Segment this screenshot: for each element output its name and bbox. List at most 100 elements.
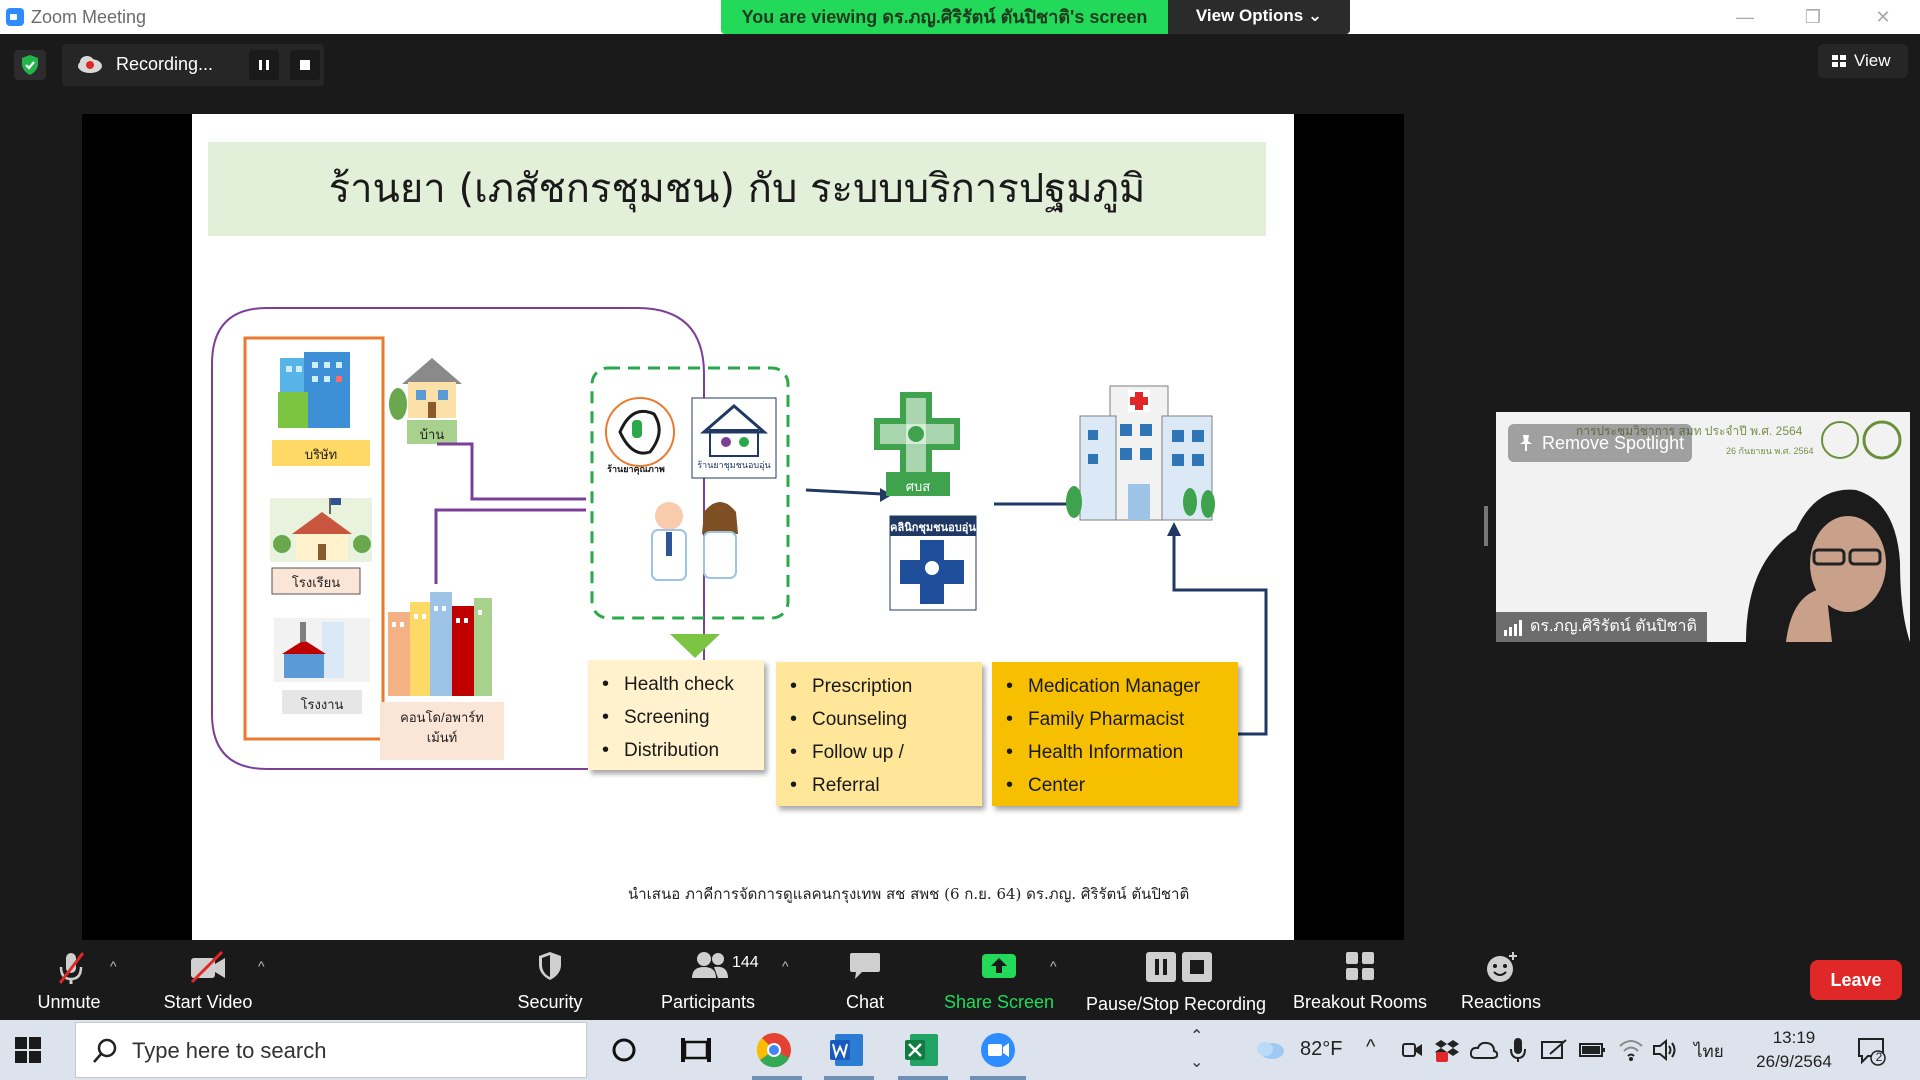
windows-taskbar: Type here to search ⌃ ⌄ 82°F ^ ไทย 13:19 … bbox=[0, 1020, 1920, 1080]
windows-start-icon[interactable] bbox=[14, 1036, 42, 1064]
remove-spotlight-label: Remove Spotlight bbox=[1542, 433, 1685, 453]
quality-pharmacy-logo bbox=[605, 397, 675, 467]
conference-date-text: 26 กันยายน พ.ศ. 2564 bbox=[1726, 446, 1814, 456]
list-item: Health Information bbox=[1004, 736, 1228, 769]
chrome-icon[interactable] bbox=[754, 1030, 794, 1070]
taskbar-search-box[interactable]: Type here to search bbox=[75, 1022, 587, 1078]
muted-microphone-icon bbox=[58, 952, 85, 984]
view-button-label: View bbox=[1854, 51, 1891, 70]
dropbox-icon[interactable] bbox=[1434, 1036, 1462, 1064]
zoom-meeting-window: Zoom Meeting You are viewing ดร.ภญ.ศิริร… bbox=[0, 0, 1920, 1080]
security-button[interactable]: Security bbox=[506, 940, 594, 1020]
participants-options-chevron-icon[interactable]: ^ bbox=[782, 958, 789, 974]
home-connector bbox=[437, 442, 586, 501]
speaker-video-tile[interactable]: การประชุมวิชาการ สมท ประจำปี พ.ศ. 2564 2… bbox=[1496, 412, 1910, 642]
warm-pharmacy-label: ร้านยาชุมชนอบอุ่น bbox=[697, 460, 771, 470]
pharmacist-people-icon bbox=[651, 502, 738, 581]
unmute-label: Unmute bbox=[37, 992, 101, 1012]
hospital-icon bbox=[1066, 385, 1215, 521]
school-icon bbox=[270, 498, 372, 562]
pause-stop-recording-button[interactable]: Pause/Stop Recording bbox=[1084, 940, 1268, 1020]
view-button[interactable]: View bbox=[1818, 44, 1908, 78]
share-screen-icon bbox=[982, 954, 1016, 978]
wifi-icon[interactable] bbox=[1618, 1038, 1644, 1062]
meeting-toolbar: Unmute ^ Start Video ^ Security 144 Part… bbox=[0, 940, 1920, 1020]
restore-icon[interactable]: ❐ bbox=[1790, 4, 1836, 30]
warm-clinic-label: คลินิกชุมชนอบอุ่น bbox=[890, 522, 976, 534]
excel-icon[interactable] bbox=[902, 1030, 942, 1070]
speaker-volume-icon[interactable] bbox=[1652, 1038, 1678, 1062]
microphone-icon[interactable] bbox=[1508, 1036, 1528, 1064]
participant-name: ดร.ภญ.ศิริรัตน์ ตันปิชาติ bbox=[1530, 618, 1697, 635]
battery-icon[interactable] bbox=[1578, 1040, 1606, 1060]
stop-recording-button[interactable] bbox=[290, 50, 320, 80]
list-item: Medication Manager bbox=[1004, 670, 1228, 703]
list-item: Health check bbox=[600, 668, 754, 701]
chat-button[interactable]: Chat bbox=[840, 940, 890, 1020]
home-icon bbox=[389, 358, 462, 420]
start-video-button[interactable]: Start Video bbox=[158, 940, 258, 1020]
minimize-icon[interactable]: — bbox=[1722, 4, 1768, 30]
panel-resize-handle[interactable] bbox=[1484, 506, 1488, 546]
cortana-icon[interactable] bbox=[604, 1030, 644, 1070]
start-video-label: Start Video bbox=[163, 992, 253, 1012]
notification-count: 2 bbox=[1875, 1050, 1883, 1064]
condo-building-icon bbox=[388, 592, 492, 696]
condo-connector bbox=[434, 508, 586, 584]
reactions-smiley-icon bbox=[1487, 952, 1517, 982]
phc-services-box: Prescription Counseling Follow up / Refe… bbox=[776, 662, 982, 806]
participants-button[interactable]: 144 Participants bbox=[650, 940, 766, 1020]
breakout-rooms-icon bbox=[1346, 952, 1374, 980]
audio-options-chevron-icon[interactable]: ^ bbox=[110, 958, 117, 974]
list-item: Family Pharmacist bbox=[1004, 703, 1228, 736]
security-shield-icon[interactable] bbox=[14, 50, 46, 80]
hospital-services-list: Medication Manager Family Pharmacist Hea… bbox=[1004, 670, 1228, 802]
pharmacy-services-box: Health check Screening Distribution bbox=[588, 660, 764, 770]
recording-label: Recording... bbox=[116, 54, 214, 74]
slide-footer: นำเสนอ ภาคีการจัดการดูแลคนกรุงเทพ สช สพช… bbox=[628, 885, 1190, 903]
remove-spotlight-button[interactable]: Remove Spotlight bbox=[1508, 424, 1692, 462]
condo-label: คอนโด/อพาร์ท เม้นท์ bbox=[400, 710, 484, 745]
reactions-button[interactable]: Reactions bbox=[1456, 940, 1546, 1020]
taskbar-scroll-arrows[interactable]: ⌃ ⌄ bbox=[1190, 1024, 1203, 1080]
shield-icon bbox=[539, 952, 561, 980]
task-view-icon[interactable] bbox=[676, 1030, 716, 1070]
phc-cross-icon bbox=[874, 392, 960, 478]
input-language[interactable]: ไทย bbox=[1694, 1038, 1724, 1080]
meet-now-icon[interactable] bbox=[1400, 1038, 1424, 1062]
company-label: บริษัท bbox=[304, 447, 338, 462]
breakout-rooms-button[interactable]: Breakout Rooms bbox=[1290, 940, 1430, 1020]
factory-icon bbox=[274, 618, 370, 682]
clock-date: 26/9/2564 bbox=[1756, 1052, 1832, 1071]
window-title: Zoom Meeting bbox=[31, 7, 147, 27]
weather-cloud-icon bbox=[1257, 1042, 1284, 1059]
unmute-button[interactable]: Unmute bbox=[24, 940, 114, 1020]
video-options-chevron-icon[interactable]: ^ bbox=[258, 958, 265, 974]
pause-recording-button[interactable] bbox=[249, 50, 279, 80]
system-clock[interactable]: 13:19 26/9/2564 bbox=[1748, 1026, 1840, 1074]
share-screen-button[interactable]: Share Screen bbox=[944, 940, 1054, 1020]
onedrive-cloud-icon[interactable] bbox=[1470, 1040, 1498, 1060]
word-running-indicator bbox=[824, 1076, 874, 1080]
pen-workspace-icon[interactable] bbox=[1540, 1038, 1568, 1062]
reactions-label: Reactions bbox=[1460, 992, 1542, 1012]
presentation-slide: ร้านยา (เภสัชกรชุมชน) กับ ระบบบริการปฐมภ… bbox=[192, 114, 1294, 940]
show-hidden-icons-chevron-icon[interactable]: ^ bbox=[1366, 1036, 1375, 1080]
title-bar: Zoom Meeting You are viewing ดร.ภญ.ศิริร… bbox=[0, 0, 1920, 34]
view-options-button[interactable]: View Options ⌄ bbox=[1168, 0, 1350, 34]
arrow-to-phc bbox=[805, 488, 883, 496]
participants-label: Participants bbox=[660, 992, 756, 1012]
list-item-continued: Referral bbox=[788, 769, 972, 802]
chat-label: Chat bbox=[845, 992, 885, 1012]
leave-meeting-button[interactable]: Leave bbox=[1810, 960, 1902, 1000]
close-icon[interactable]: ✕ bbox=[1860, 4, 1906, 30]
weather-temperature[interactable]: 82°F bbox=[1300, 1038, 1342, 1080]
word-icon[interactable] bbox=[827, 1030, 867, 1070]
share-options-chevron-icon[interactable]: ^ bbox=[1050, 958, 1057, 974]
pause-stop-recording-label: Pause/Stop Recording bbox=[1085, 994, 1267, 1014]
breakout-rooms-label: Breakout Rooms bbox=[1292, 992, 1428, 1012]
participants-icon bbox=[692, 952, 728, 978]
pin-icon bbox=[1520, 435, 1532, 451]
primary-care-diagram bbox=[211, 307, 1268, 770]
zoom-app-icon[interactable] bbox=[978, 1030, 1018, 1070]
